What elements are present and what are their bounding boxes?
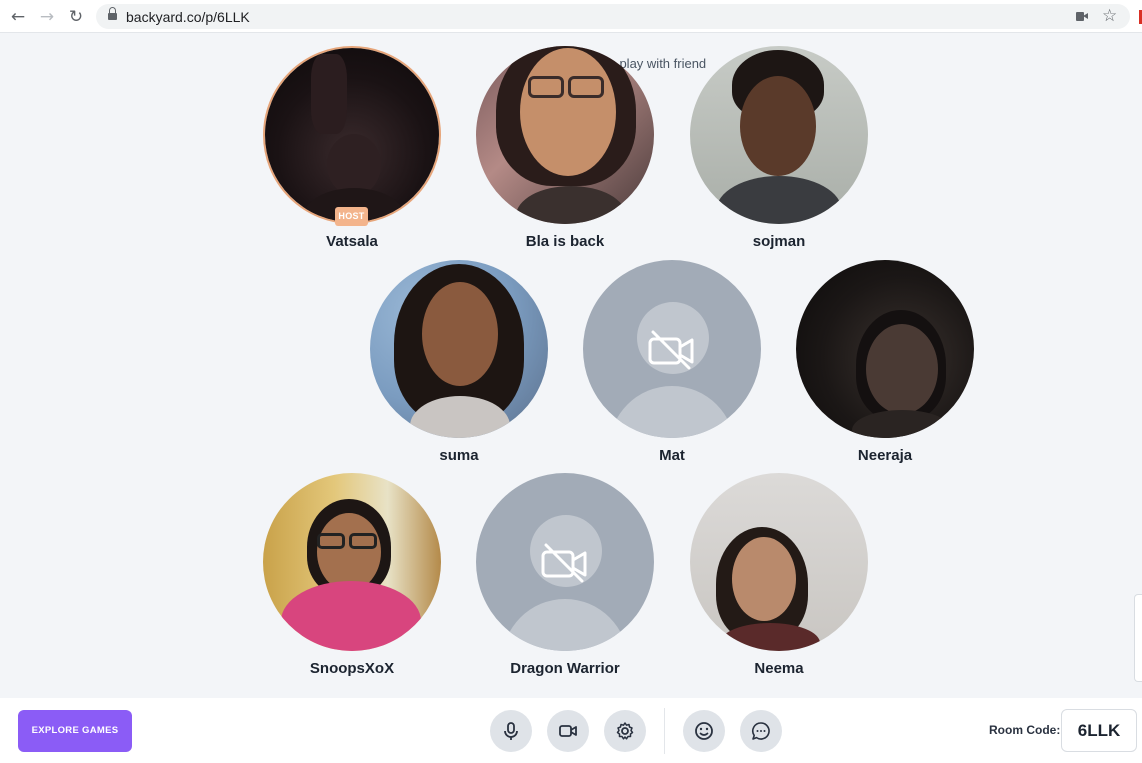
video-off-icon (541, 543, 587, 583)
participant-tile[interactable]: Neema (690, 473, 868, 678)
participant-name: Mat (659, 447, 685, 464)
participant-name: Vatsala (326, 233, 378, 250)
participant-name: SnoopsXoX (309, 660, 395, 677)
participant-tile[interactable]: Mat (583, 260, 761, 465)
participant-video (370, 260, 548, 438)
bottom-toolbar: EXPLORE GAMES Room Code: 6LLK (0, 698, 1142, 763)
participant-video (796, 260, 974, 438)
camera-off-avatar (583, 260, 761, 438)
arrow-right-icon[interactable]: → (37, 7, 57, 27)
explore-games-button[interactable]: EXPLORE GAMES (18, 710, 132, 752)
toolbar-divider (664, 708, 665, 754)
microphone-button[interactable] (490, 710, 532, 752)
participant-tile[interactable]: Bla is back (476, 46, 654, 251)
room-code-value[interactable]: 6LLK (1061, 709, 1137, 752)
participant-video (690, 473, 868, 651)
settings-gear-icon (616, 722, 634, 740)
participant-tile[interactable]: Neeraja (796, 260, 974, 465)
host-badge: HOST (335, 207, 368, 226)
chat-icon (752, 722, 770, 740)
participant-tile[interactable]: sojman (690, 46, 868, 251)
side-widget-tab[interactable] (1134, 594, 1142, 682)
participant-name: Neema (754, 660, 804, 677)
participant-name: suma (439, 447, 479, 464)
microphone-icon (504, 722, 518, 740)
participant-video (263, 46, 441, 224)
participant-tile[interactable]: suma (370, 260, 548, 465)
lock-icon (108, 7, 117, 21)
camera-in-use-icon[interactable] (1076, 12, 1088, 21)
video-camera-icon (559, 725, 577, 737)
participant-video (263, 473, 441, 651)
participant-name: sojman (752, 233, 806, 250)
settings-button[interactable] (604, 710, 646, 752)
camera-button[interactable] (547, 710, 589, 752)
address-bar[interactable]: backyard.co/p/6LLK ☆ (96, 4, 1130, 29)
camera-off-avatar (476, 473, 654, 651)
emoji-icon (695, 722, 713, 740)
participant-tile[interactable]: Dragon Warrior (476, 473, 654, 678)
room-code-label: Room Code: (989, 723, 1061, 737)
video-off-icon (648, 330, 694, 370)
browser-toolbar: ← → ↻ backyard.co/p/6LLK ☆ (0, 0, 1142, 33)
bookmark-star-icon[interactable]: ☆ (1102, 6, 1117, 26)
emoji-button[interactable] (683, 710, 725, 752)
url-text[interactable]: backyard.co/p/6LLK (126, 9, 250, 25)
participant-name: Neeraja (857, 447, 913, 464)
reload-icon[interactable]: ↻ (66, 7, 86, 27)
participant-name: Bla is back (525, 233, 605, 250)
participant-name: Dragon Warrior (510, 660, 620, 677)
chat-button[interactable] (740, 710, 782, 752)
arrow-left-icon[interactable]: ← (8, 7, 28, 27)
participant-video (476, 46, 654, 224)
participant-tile[interactable]: HOST Vatsala (263, 46, 441, 251)
glasses (528, 76, 564, 98)
participant-video (690, 46, 868, 224)
participant-tile[interactable]: SnoopsXoX (263, 473, 441, 678)
